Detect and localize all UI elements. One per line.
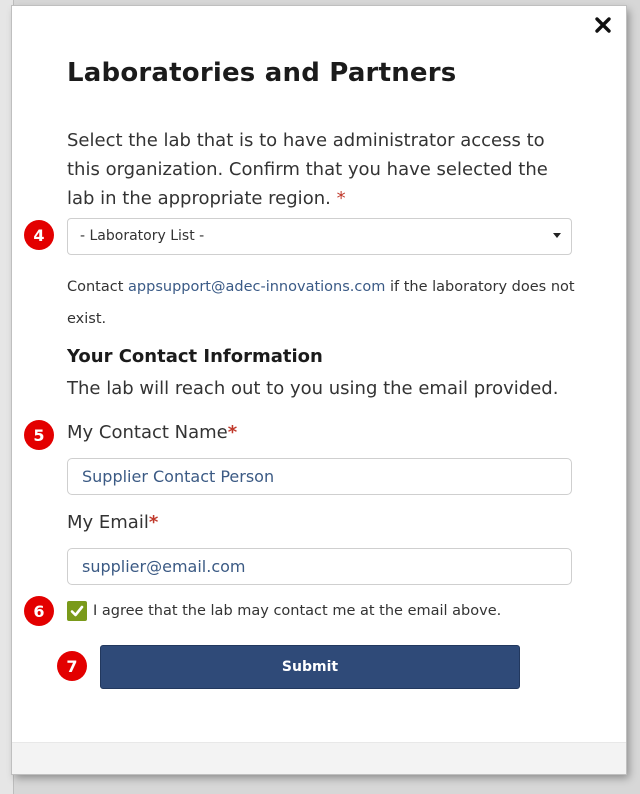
support-email-link[interactable]: appsupport@adec-innovations.com [128, 279, 385, 295]
email-label: My Email* [67, 512, 158, 533]
step-marker-4: 4 [24, 220, 54, 250]
contact-name-label: My Contact Name* [67, 422, 237, 443]
checkmark-icon [70, 605, 84, 617]
laboratories-modal: Laboratories and Partners Select the lab… [12, 6, 626, 774]
modal-title: Laboratories and Partners [67, 58, 457, 88]
intro-body: Select the lab that is to have administr… [67, 130, 548, 209]
required-mark: * [148, 512, 159, 533]
step-marker-6: 6 [24, 596, 54, 626]
submit-button[interactable]: Submit [100, 645, 520, 689]
contact-note: Contact appsupport@adec-innovations.com … [67, 271, 577, 335]
required-mark: * [227, 422, 238, 443]
contact-name-input[interactable] [67, 458, 572, 495]
close-button[interactable] [594, 16, 612, 34]
close-icon [595, 17, 611, 33]
agree-checkbox[interactable] [67, 601, 87, 621]
contact-section-description: The lab will reach out to you using the … [67, 378, 559, 399]
modal-footer [12, 742, 626, 774]
email-label-text: My Email [67, 512, 149, 533]
chevron-down-icon [553, 233, 561, 238]
step-marker-7: 7 [57, 651, 87, 681]
email-input[interactable] [67, 548, 572, 585]
intro-text: Select the lab that is to have administr… [67, 126, 577, 213]
step-marker-5: 5 [24, 420, 54, 450]
contact-name-label-text: My Contact Name [67, 422, 228, 443]
contact-note-prefix: Contact [67, 279, 124, 295]
required-mark: * [336, 188, 346, 209]
contact-section-title: Your Contact Information [67, 346, 323, 367]
agree-label: I agree that the lab may contact me at t… [93, 603, 502, 619]
laboratory-select-value: - Laboratory List - [80, 228, 205, 244]
laboratory-select[interactable]: - Laboratory List - [67, 218, 572, 255]
agree-row: I agree that the lab may contact me at t… [67, 601, 501, 621]
